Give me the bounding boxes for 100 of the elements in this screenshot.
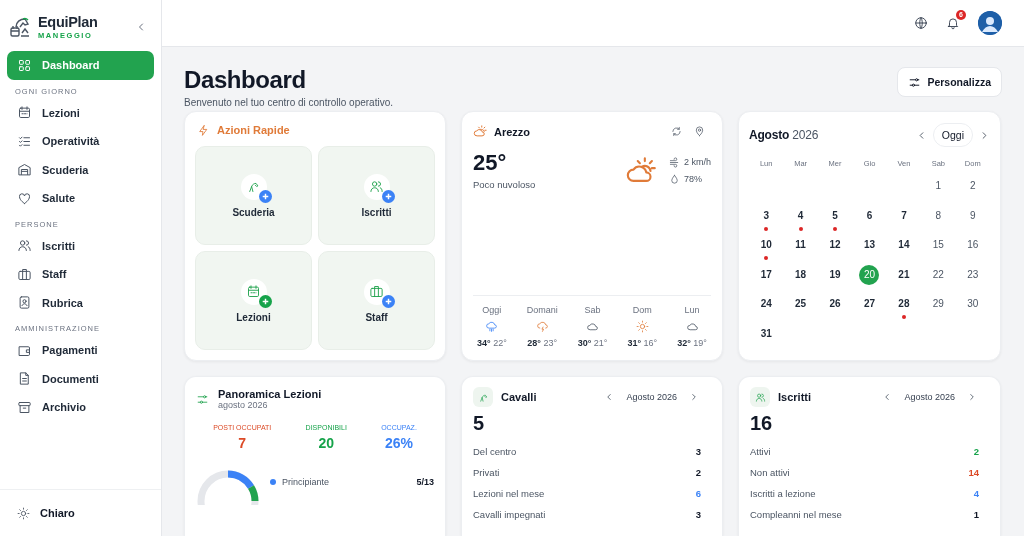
calendar-day[interactable]: 27 [859,294,880,314]
storm-cloud-icon [535,320,549,333]
current-temperature: 25° [473,151,508,175]
nav-item[interactable]: Iscritti [7,231,154,260]
page-subtitle: Benvenuto nel tuo centro di controllo operativo. [184,97,394,108]
nav-item[interactable]: Scuderia [7,155,154,184]
stat-value: 7 [238,435,247,451]
partly-cloudy-icon [473,124,488,139]
quick-action-tile[interactable]: Iscritti [318,146,435,245]
globe-icon[interactable] [914,16,928,30]
rain-cloud-icon [485,320,499,333]
stat-label: Attivi [750,446,771,457]
card-period: agosto 2026 [218,400,269,410]
calendar-day[interactable]: 11 [790,235,811,255]
quick-action-tile[interactable]: Staff [318,251,435,350]
calendar-day[interactable]: 13 [859,235,880,255]
legend-value: 5/13 [416,477,434,487]
calendar-day[interactable]: 1 [928,176,949,196]
quick-action-label: Lezioni [236,311,271,323]
nav-item[interactable]: Pagamenti [7,336,154,365]
stat-label: Iscritti a lezione [750,488,816,499]
weather-condition: Poco nuvoloso [473,179,536,190]
quick-action-label: Iscritti [361,206,392,218]
calendar-day[interactable]: 14 [893,235,914,255]
calendar-day[interactable]: 9 [962,205,983,226]
lightning-icon [197,123,210,137]
theme-toggle[interactable]: Chiaro [40,507,75,519]
forecast-temperatures: 28° 23° [527,338,558,348]
quick-action-tile[interactable]: Lezioni [195,251,312,350]
contact-card-icon [17,295,32,311]
people-icon [17,238,32,254]
calendar-day[interactable]: 22 [928,264,949,285]
stat-value: 6 [695,488,701,499]
calendar-day[interactable]: 3 [756,205,777,226]
calendar-day[interactable]: 29 [928,294,949,314]
nav-item[interactable]: Archivio [7,393,154,422]
people-icon [369,179,384,194]
sliders-icon [196,392,209,406]
calendar-day[interactable]: 30 [962,294,983,314]
calendar-day[interactable]: 16 [962,235,983,255]
weather-city: Arezzo [494,125,531,138]
calendar-day[interactable]: 2 [962,176,983,196]
user-avatar[interactable] [978,11,1002,35]
bell-icon[interactable] [946,16,960,30]
sliders-icon [908,75,922,89]
forecast-day: Lun [684,305,700,315]
nav-item[interactable]: Documenti [7,364,154,393]
forecast-day: Dom [632,305,652,315]
calendar-icon [17,105,32,121]
calendar-day[interactable]: 24 [756,294,777,314]
calendar-day[interactable]: 25 [790,294,811,314]
wind-icon [669,156,680,168]
calendar-day[interactable]: 5 [825,205,846,226]
nav-item[interactable]: Salute [7,184,154,213]
card-title: Iscritti [778,391,811,403]
today-button[interactable]: Oggi [932,123,973,147]
stat-value: 4 [973,488,979,499]
calendar-day[interactable]: 23 [962,264,983,285]
calendar-day[interactable]: 12 [825,235,846,255]
calendar-day[interactable]: 8 [928,205,949,226]
nav-item[interactable]: Operatività [7,127,154,156]
briefcase-icon [17,266,32,282]
nav-item[interactable]: Lezioni [7,98,154,127]
forecast-day: Oggi [482,305,502,315]
calendar-day[interactable]: 7 [893,205,914,226]
stat-label: Privati [473,467,500,478]
cloud-icon [685,320,699,333]
card-title: Azioni Rapide [217,124,290,136]
heart-icon [17,190,32,206]
forecast-temperatures: 34° 22° [477,338,507,348]
nav-item[interactable]: Rubrica [7,288,154,317]
refresh-icon[interactable] [671,126,682,137]
calendar-day[interactable]: 26 [825,294,846,314]
calendar-icon [246,284,261,299]
location-pin-icon[interactable] [694,126,705,137]
forecast-day: Sab [584,305,601,315]
calendar-day[interactable]: 10 [756,235,777,255]
stat-value: 20 [318,435,334,451]
calendar-day[interactable]: 31 [756,323,777,344]
calendar-day[interactable]: 19 [825,264,846,285]
sun-icon[interactable] [17,506,30,520]
stat-value: 2 [695,467,701,478]
card-title: Panoramica Lezioni [218,388,322,400]
calendar-day[interactable]: 4 [790,205,811,226]
quick-action-tile[interactable]: Scuderia [195,146,312,245]
calendar-day[interactable]: 6 [859,205,880,226]
stat-label: Non attivi [750,467,790,478]
customize-button[interactable]: Personalizza [897,67,1002,97]
calendar-day[interactable]: 21 [893,264,914,285]
nav-item[interactable]: Staff [7,260,154,289]
forecast-temperatures: 32° 19° [677,338,707,348]
calendar-day[interactable]: 18 [790,264,811,285]
stat-label: Lezioni nel mese [473,488,545,499]
total-count: 16 [750,411,774,435]
calendar-day[interactable]: 17 [756,264,777,285]
calendar-day[interactable]: 15 [928,235,949,255]
card-title: Cavalli [501,391,537,403]
calendar-day[interactable]: 28 [893,294,914,314]
chevron-right-icon[interactable] [967,392,977,402]
chevron-right-icon[interactable] [689,392,699,402]
